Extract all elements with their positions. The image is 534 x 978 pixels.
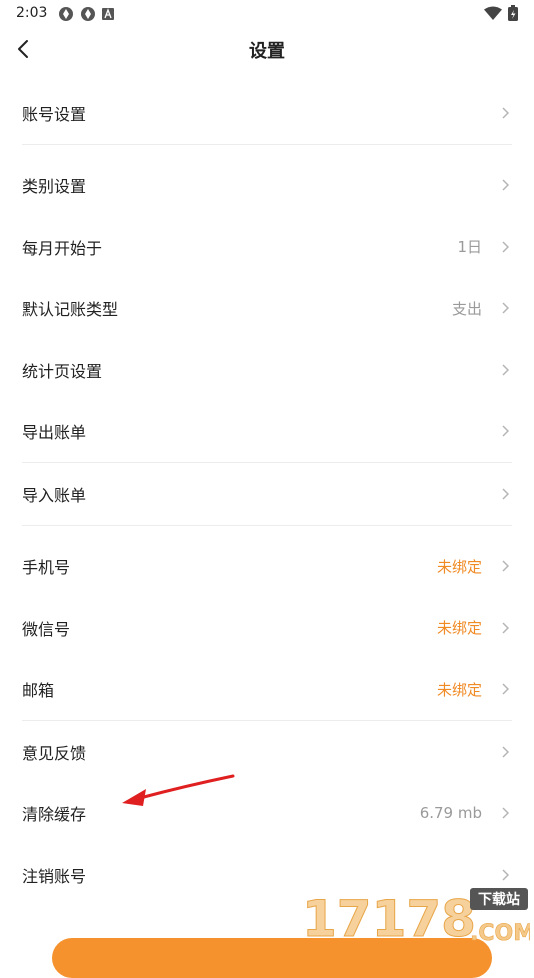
settings-list: 账号设置 类别设置 每月开始于 1日 默认记账类型 支出 统计页设置 导出账单 … bbox=[0, 82, 534, 906]
row-value: 未绑定 bbox=[436, 680, 482, 699]
settings-row-phone[interactable]: 手机号 未绑定 bbox=[22, 536, 512, 598]
row-label: 邮箱 bbox=[22, 681, 55, 701]
app-notification-icon bbox=[81, 7, 95, 21]
row-label: 意见反馈 bbox=[22, 743, 87, 763]
settings-row-default-type[interactable]: 默认记账类型 支出 bbox=[22, 278, 512, 340]
chevron-right-icon bbox=[502, 683, 510, 695]
row-label: 账号设置 bbox=[22, 104, 87, 124]
chevron-right-icon bbox=[502, 869, 510, 881]
row-value: 6.79 mb bbox=[419, 804, 482, 823]
watermark-logo: 17178 下载站 .COM bbox=[300, 884, 534, 949]
row-label: 默认记账类型 bbox=[22, 300, 119, 320]
settings-row-export[interactable]: 导出账单 bbox=[22, 401, 512, 463]
settings-row-feedback[interactable]: 意见反馈 bbox=[22, 721, 512, 783]
app-notification-icon bbox=[59, 7, 73, 21]
chevron-right-icon bbox=[502, 302, 510, 314]
chevron-right-icon bbox=[502, 364, 510, 376]
chevron-right-icon bbox=[502, 425, 510, 437]
row-label: 导出账单 bbox=[22, 423, 87, 443]
chevron-right-icon bbox=[502, 107, 510, 119]
chevron-right-icon bbox=[502, 488, 510, 500]
settings-row-stats-page[interactable]: 统计页设置 bbox=[22, 339, 512, 401]
chevron-right-icon bbox=[502, 241, 510, 253]
notification-icons bbox=[58, 6, 114, 22]
font-notification-icon bbox=[102, 8, 114, 20]
settings-row-wechat[interactable]: 微信号 未绑定 bbox=[22, 597, 512, 659]
status-bar: 2:03 bbox=[0, 0, 534, 28]
row-value: 支出 bbox=[451, 299, 482, 318]
settings-row-account[interactable]: 账号设置 bbox=[22, 82, 512, 145]
settings-row-category[interactable]: 类别设置 bbox=[22, 155, 512, 217]
watermark-number: 17178 bbox=[302, 890, 476, 944]
row-label: 导入账单 bbox=[22, 485, 87, 505]
page-title: 设置 bbox=[249, 41, 285, 62]
status-time: 2:03 bbox=[16, 5, 48, 21]
watermark-domain: .COM bbox=[470, 921, 530, 944]
nav-bar: 设置 bbox=[0, 28, 534, 70]
wifi-icon bbox=[484, 6, 502, 20]
row-value: 未绑定 bbox=[436, 619, 482, 638]
chevron-right-icon bbox=[502, 560, 510, 572]
row-label: 统计页设置 bbox=[22, 361, 103, 381]
settings-row-email[interactable]: 邮箱 未绑定 bbox=[22, 659, 512, 721]
settings-row-clear-cache[interactable]: 清除缓存 6.79 mb bbox=[22, 783, 512, 845]
row-label: 手机号 bbox=[22, 558, 71, 578]
system-icons bbox=[484, 5, 518, 21]
chevron-right-icon bbox=[502, 807, 510, 819]
settings-row-month-start[interactable]: 每月开始于 1日 bbox=[22, 216, 512, 278]
row-label: 类别设置 bbox=[22, 177, 87, 197]
chevron-right-icon bbox=[502, 746, 510, 758]
row-label: 清除缓存 bbox=[22, 805, 87, 825]
row-label: 微信号 bbox=[22, 619, 71, 639]
row-value: 1日 bbox=[457, 238, 482, 257]
chevron-right-icon bbox=[502, 622, 510, 634]
battery-icon bbox=[508, 5, 518, 21]
row-label: 每月开始于 bbox=[22, 238, 103, 258]
watermark-badge: 下载站 bbox=[478, 891, 520, 908]
row-value: 未绑定 bbox=[436, 557, 482, 576]
settings-row-import[interactable]: 导入账单 bbox=[22, 463, 512, 526]
chevron-right-icon bbox=[502, 179, 510, 191]
